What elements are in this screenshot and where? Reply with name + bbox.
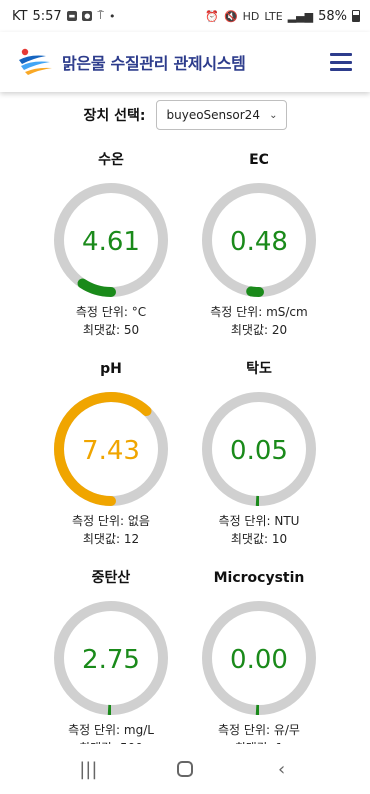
- gauge-meta: 측정 단위: °C 최댓값: 50: [46, 303, 176, 339]
- gauge-title: 탁도: [246, 361, 272, 377]
- gauge-title: 중탄산: [91, 570, 131, 586]
- hd-voice-icon: HD: [242, 9, 260, 23]
- gauge-unit: 측정 단위: °C: [75, 305, 147, 319]
- hamburger-icon[interactable]: [330, 53, 352, 71]
- system-nav-bar: ||| ‹: [0, 744, 370, 794]
- gauge-card-water-temp: 수온 4.61 측정 단위: °C 최댓값: 50: [46, 150, 176, 360]
- gauge-unit: 측정 단위: 없음: [72, 514, 150, 528]
- app-title: 맑은물 수질관리 관제시스템: [62, 54, 246, 73]
- gauge-value: 0.05: [230, 436, 288, 466]
- clock: 5:57: [32, 8, 62, 24]
- notification-chat-icon: ●: [82, 11, 93, 21]
- signal-icon: ▂▄▆: [287, 9, 314, 23]
- gauge-meta: 측정 단위: mS/cm 최댓값: 20: [194, 303, 324, 339]
- gauge-ring: 0.05: [202, 392, 316, 506]
- gauge-max: 최댓값: 20: [230, 323, 288, 337]
- status-right: ⏰ 🔇 HD LTE ▂▄▆ 58%: [205, 9, 360, 24]
- network-type-label: LTE: [264, 9, 283, 23]
- gauge-title: 수온: [98, 152, 124, 168]
- gauge-title: pH: [100, 361, 122, 377]
- gauge-ring: 0.48: [202, 183, 316, 297]
- carrier-label: KT: [12, 8, 28, 24]
- gauge-ring: 7.43: [54, 392, 168, 506]
- gauge-unit: 측정 단위: mS/cm: [210, 305, 308, 319]
- gauge-unit: 측정 단위: mg/L: [68, 723, 154, 737]
- device-select[interactable]: buyeoSensor24 ⌄: [155, 100, 287, 130]
- back-icon[interactable]: ‹: [262, 759, 302, 780]
- gauge-max: 최댓값: 12: [82, 532, 140, 546]
- home-button[interactable]: [165, 761, 205, 777]
- logo-icon: [19, 48, 52, 75]
- home-icon: [176, 761, 193, 777]
- gauge-title: EC: [249, 152, 269, 168]
- mute-icon: 🔇: [223, 9, 238, 23]
- chevron-down-icon: ⌄: [269, 109, 278, 121]
- device-selector-row: 장치 선택: buyeoSensor24 ⌄: [0, 98, 370, 132]
- device-select-label: 장치 선택:: [83, 108, 146, 124]
- gauge-max: 최댓값: 10: [230, 532, 288, 546]
- battery-icon: [352, 10, 360, 22]
- gauge-value: 4.61: [82, 227, 140, 257]
- gauge-ring: 4.61: [54, 183, 168, 297]
- notification-dot-icon: •: [109, 9, 116, 23]
- gauge-card-ph: pH 7.43 측정 단위: 없음최댓값: 12: [46, 359, 176, 569]
- gauge-ring: 2.75: [54, 601, 168, 715]
- gauge-ring: 0.00: [202, 601, 316, 715]
- recent-apps-icon[interactable]: |||: [68, 759, 108, 780]
- gauge-value: 7.43: [82, 436, 140, 466]
- gauge-title: Microcystin: [213, 570, 305, 586]
- gauge-card-ec: EC 0.48 측정 단위: mS/cm 최댓값: 20: [194, 150, 324, 360]
- gauge-value: 0.48: [230, 227, 288, 257]
- gauge-card-turbidity: 탁도 0.05 측정 단위: NTU 최댓값: 10: [194, 359, 324, 569]
- gauge-meta: 측정 단위: NTU 최댓값: 10: [194, 512, 324, 548]
- alarm-icon: ⏰: [205, 9, 219, 23]
- gauge-value: 0.00: [230, 645, 288, 675]
- status-bar: KT 5:57 ▬ ● ⍑ • ⏰ 🔇 HD LTE ▂▄▆ 58%: [0, 0, 370, 32]
- gauge-unit: 측정 단위: 유/무: [218, 723, 300, 737]
- device-select-value: buyeoSensor24: [166, 108, 260, 122]
- gauge-meta: 측정 단위: 없음최댓값: 12: [46, 512, 176, 548]
- notification-antenna-icon: ⍑: [97, 9, 105, 22]
- status-left: KT 5:57 ▬ ● ⍑ •: [12, 9, 116, 24]
- gauge-value: 2.75: [82, 645, 140, 675]
- gauge-max: 최댓값: 50: [82, 323, 140, 337]
- gauge-unit: 측정 단위: NTU: [218, 514, 300, 528]
- notification-pay-icon: ▬: [66, 11, 78, 21]
- battery-percent: 58%: [318, 8, 347, 24]
- app-header: 맑은물 수질관리 관제시스템: [0, 32, 370, 92]
